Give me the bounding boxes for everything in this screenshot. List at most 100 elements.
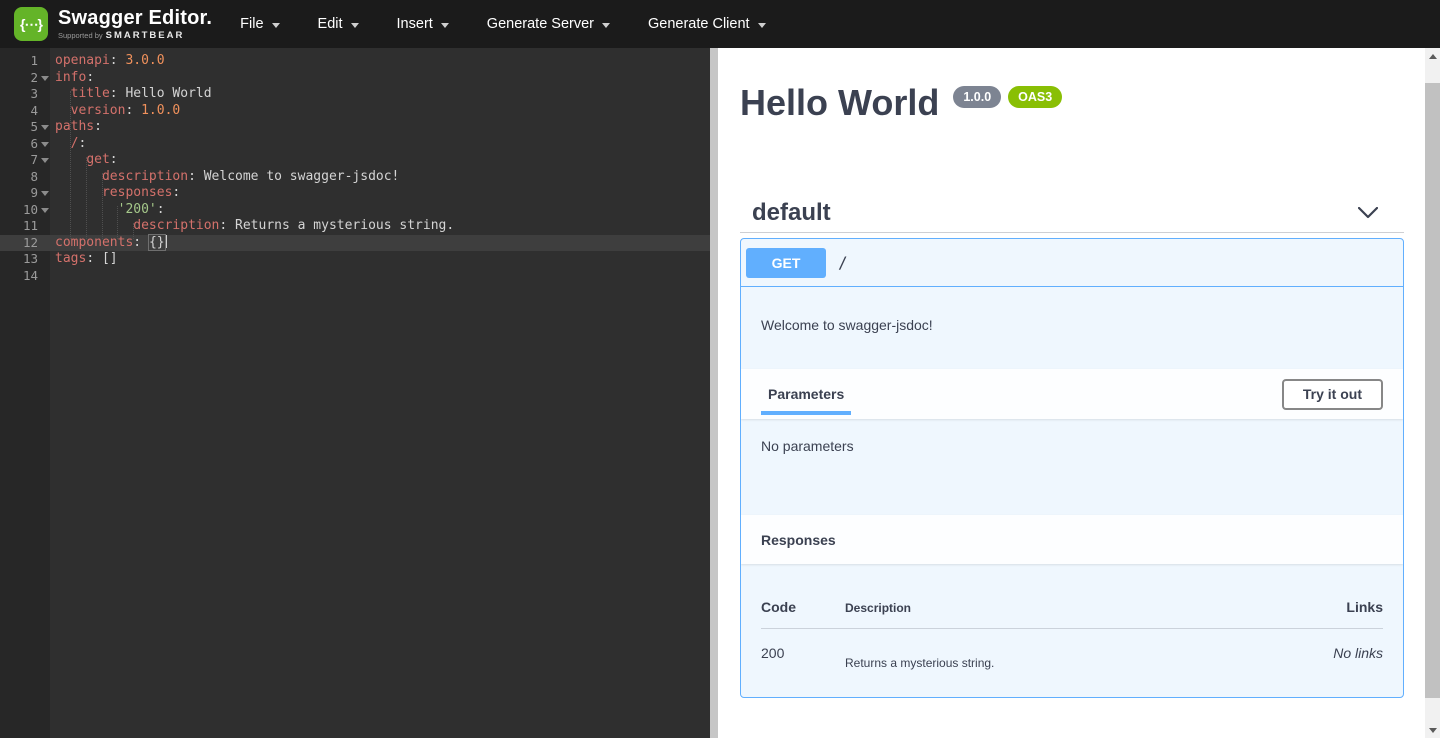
editor-line-1[interactable]: 1openapi: 3.0.0 bbox=[0, 53, 710, 70]
editor-line-5[interactable]: 5paths: bbox=[0, 119, 710, 136]
parameters-tab[interactable]: Parameters bbox=[761, 369, 851, 419]
responses-table: Code Description Links 200 Returns a mys… bbox=[761, 564, 1383, 670]
line-number: 5 bbox=[0, 119, 50, 136]
response-description: Returns a mysterious string. bbox=[845, 645, 1333, 670]
line-number: 12 bbox=[0, 235, 50, 252]
menu-edit[interactable]: Edit bbox=[318, 16, 359, 32]
editor-code[interactable]: 1openapi: 3.0.02info:3 title: Hello Worl… bbox=[0, 53, 710, 284]
indent-guide bbox=[86, 157, 87, 239]
line-number: 13 bbox=[0, 251, 50, 268]
menu-generate-client[interactable]: Generate Client bbox=[648, 16, 766, 32]
menu-edit-label: Edit bbox=[318, 16, 343, 32]
parameters-body: No parameters bbox=[741, 419, 1403, 515]
swagger-ui-preview: Hello World 1.0.0 OAS3 default GET / Wel… bbox=[718, 48, 1425, 738]
col-header-description: Description bbox=[845, 601, 1346, 615]
chevron-down-icon[interactable] bbox=[1358, 207, 1378, 219]
editor-line-12[interactable]: 12components: {} bbox=[0, 235, 710, 252]
fold-arrow-icon[interactable] bbox=[41, 208, 49, 213]
swagger-editor-app: {⋯} Swagger Editor. Supported bySMARTBEA… bbox=[0, 0, 1440, 738]
logo-braces-glyph: {⋯} bbox=[20, 16, 42, 33]
menu-generate-client-label: Generate Client bbox=[648, 16, 750, 32]
parameters-tab-label: Parameters bbox=[768, 386, 844, 402]
indent-guide bbox=[70, 91, 71, 239]
scrollbar-down-arrow-icon[interactable] bbox=[1425, 722, 1440, 738]
window-scrollbar[interactable] bbox=[1425, 48, 1440, 738]
version-badge: 1.0.0 bbox=[953, 86, 1001, 108]
parameters-header: Parameters Try it out bbox=[741, 369, 1403, 419]
col-header-code: Code bbox=[761, 599, 845, 615]
response-row-200: 200 Returns a mysterious string. No link… bbox=[761, 629, 1383, 670]
opblock-get-root: GET / Welcome to swagger-jsdoc! Paramete… bbox=[740, 238, 1404, 698]
editor-line-11[interactable]: 11 description: Returns a mysterious str… bbox=[0, 218, 710, 235]
smartbear-brand: SMARTBEAR bbox=[106, 30, 185, 41]
caret-down-icon bbox=[351, 23, 359, 28]
scrollbar-thumb[interactable] bbox=[1425, 83, 1440, 698]
method-badge: GET bbox=[746, 248, 826, 278]
line-number: 11 bbox=[0, 218, 50, 235]
code-editor[interactable]: 1openapi: 3.0.02info:3 title: Hello Worl… bbox=[0, 48, 710, 738]
caret-down-icon bbox=[441, 23, 449, 28]
menu-generate-server[interactable]: Generate Server bbox=[487, 16, 610, 32]
line-number: 14 bbox=[0, 268, 50, 285]
editor-line-6[interactable]: 6 /: bbox=[0, 136, 710, 153]
editor-line-14[interactable]: 14 bbox=[0, 268, 710, 285]
editor-line-2[interactable]: 2info: bbox=[0, 70, 710, 87]
operation-description-text: Welcome to swagger-jsdoc! bbox=[761, 317, 1383, 333]
editor-line-4[interactable]: 4 version: 1.0.0 bbox=[0, 103, 710, 120]
editor-line-8[interactable]: 8 description: Welcome to swagger-jsdoc! bbox=[0, 169, 710, 186]
line-number: 6 bbox=[0, 136, 50, 153]
editor-line-13[interactable]: 13tags: [] bbox=[0, 251, 710, 268]
brand[interactable]: {⋯} Swagger Editor. Supported bySMARTBEA… bbox=[14, 7, 212, 41]
fold-arrow-icon[interactable] bbox=[41, 142, 49, 147]
line-number: 9 bbox=[0, 185, 50, 202]
menu-generate-server-label: Generate Server bbox=[487, 16, 594, 32]
brand-text: Swagger Editor. Supported bySMARTBEAR bbox=[58, 7, 212, 41]
supported-by-label: Supported by bbox=[58, 31, 103, 40]
line-number: 8 bbox=[0, 169, 50, 186]
editor-line-9[interactable]: 9 responses: bbox=[0, 185, 710, 202]
scrollbar-up-arrow-icon[interactable] bbox=[1425, 48, 1440, 64]
menu-insert-label: Insert bbox=[397, 16, 433, 32]
top-navbar: {⋯} Swagger Editor. Supported bySMARTBEA… bbox=[0, 0, 1440, 48]
line-number: 10 bbox=[0, 202, 50, 219]
fold-arrow-icon[interactable] bbox=[41, 125, 49, 130]
indent-guide bbox=[133, 223, 134, 239]
response-code: 200 bbox=[761, 645, 845, 661]
fold-arrow-icon[interactable] bbox=[41, 191, 49, 196]
menu-bar: File Edit Insert Generate Server Generat… bbox=[240, 16, 765, 32]
menu-insert[interactable]: Insert bbox=[397, 16, 449, 32]
text-cursor bbox=[165, 235, 167, 248]
oas3-badge: OAS3 bbox=[1008, 86, 1062, 108]
api-info-header: Hello World 1.0.0 OAS3 bbox=[740, 82, 1062, 124]
responses-header: Responses bbox=[741, 515, 1403, 564]
try-it-out-button[interactable]: Try it out bbox=[1282, 379, 1383, 410]
line-number: 3 bbox=[0, 86, 50, 103]
fold-arrow-icon[interactable] bbox=[41, 158, 49, 163]
editor-line-7[interactable]: 7 get: bbox=[0, 152, 710, 169]
operation-path: / bbox=[838, 253, 848, 272]
fold-arrow-icon[interactable] bbox=[41, 76, 49, 81]
caret-down-icon bbox=[602, 23, 610, 28]
indent-guide bbox=[117, 206, 118, 239]
brand-subtitle: Supported bySMARTBEAR bbox=[58, 30, 212, 41]
responses-title: Responses bbox=[761, 532, 836, 548]
responses-table-header: Code Description Links bbox=[761, 564, 1383, 629]
line-number: 4 bbox=[0, 103, 50, 120]
line-number: 1 bbox=[0, 53, 50, 70]
line-number: 2 bbox=[0, 70, 50, 87]
editor-line-3[interactable]: 3 title: Hello World bbox=[0, 86, 710, 103]
menu-file-label: File bbox=[240, 16, 263, 32]
editor-line-10[interactable]: 10 '200': bbox=[0, 202, 710, 219]
api-title: Hello World bbox=[740, 82, 939, 124]
col-header-links: Links bbox=[1346, 599, 1383, 615]
menu-file[interactable]: File bbox=[240, 16, 279, 32]
operation-description: Welcome to swagger-jsdoc! bbox=[741, 287, 1403, 369]
caret-down-icon bbox=[272, 23, 280, 28]
tag-section-default[interactable]: default bbox=[740, 194, 1404, 233]
pane-splitter[interactable] bbox=[710, 48, 718, 738]
app-title: Swagger Editor. bbox=[58, 7, 212, 29]
tag-name: default bbox=[740, 199, 831, 227]
caret-down-icon bbox=[758, 23, 766, 28]
operation-summary[interactable]: GET / bbox=[741, 239, 1403, 287]
no-parameters-label: No parameters bbox=[761, 438, 854, 454]
